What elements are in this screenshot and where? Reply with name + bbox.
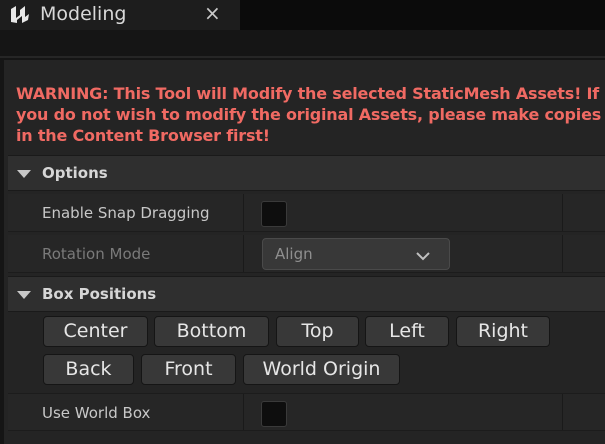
tab-title: Modeling xyxy=(40,3,127,25)
bottom-button[interactable]: Bottom xyxy=(154,316,269,347)
column-divider xyxy=(562,235,563,272)
use-world-box-checkbox[interactable] xyxy=(261,401,287,427)
section-options-title: Options xyxy=(42,164,108,182)
column-divider[interactable] xyxy=(243,394,244,430)
center-button[interactable]: Center xyxy=(43,316,148,347)
row-rotation-mode: Rotation Mode Align xyxy=(8,235,605,273)
section-box-positions-title: Box Positions xyxy=(42,285,157,303)
rotation-mode-value: Align xyxy=(275,245,313,263)
warning-message: WARNING: This Tool will Modify the selec… xyxy=(16,84,602,145)
unreal-logo-icon xyxy=(8,3,32,25)
column-divider xyxy=(562,394,563,430)
section-options[interactable]: Options xyxy=(8,155,605,191)
right-button[interactable]: Right xyxy=(456,316,550,347)
tab-modeling[interactable]: Modeling × xyxy=(0,0,241,30)
world-origin-button[interactable]: World Origin xyxy=(243,354,400,385)
rotation-mode-dropdown[interactable]: Align xyxy=(262,238,450,270)
front-button[interactable]: Front xyxy=(141,354,236,385)
close-icon[interactable]: × xyxy=(204,2,221,24)
section-box-positions[interactable]: Box Positions xyxy=(8,276,605,312)
column-divider[interactable] xyxy=(243,194,244,231)
enable-snap-label: Enable Snap Dragging xyxy=(42,204,210,222)
collapse-triangle-icon[interactable] xyxy=(17,291,31,299)
column-divider[interactable] xyxy=(243,235,244,272)
left-button[interactable]: Left xyxy=(365,316,449,347)
chevron-down-icon xyxy=(415,247,431,261)
tab-bar: Modeling × xyxy=(0,0,605,30)
column-divider xyxy=(562,194,563,231)
use-world-box-label: Use World Box xyxy=(42,404,151,422)
enable-snap-checkbox[interactable] xyxy=(261,201,287,227)
rotation-mode-label: Rotation Mode xyxy=(42,245,151,263)
toolbar-strip xyxy=(0,30,605,58)
top-button[interactable]: Top xyxy=(276,316,359,347)
back-button[interactable]: Back xyxy=(43,354,134,385)
row-use-world-box: Use World Box xyxy=(8,393,605,431)
row-enable-snap-dragging: Enable Snap Dragging xyxy=(8,194,605,232)
collapse-triangle-icon[interactable] xyxy=(17,170,31,178)
